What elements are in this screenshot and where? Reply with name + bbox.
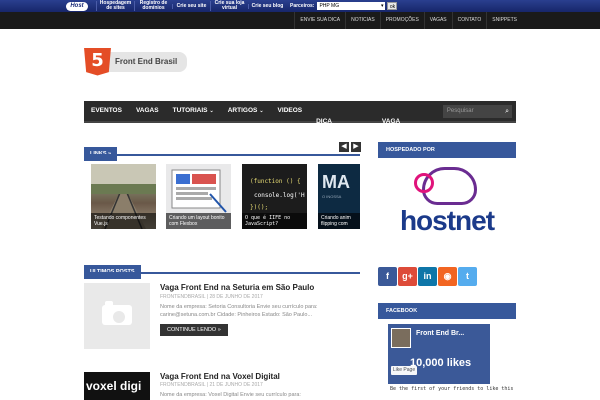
fb-page-name[interactable]: Front End Br... [416,330,464,337]
site-name: Front End Brasil [109,51,188,72]
partners-select[interactable]: PHP MG [317,2,386,10]
link-card-caption: Criando um layout bonito com Flexbox [166,213,231,229]
facebook-icon[interactable]: f [378,267,397,286]
facebook-widget: FACEBOOK [378,303,516,319]
subnav-noticias[interactable]: NOTICIAS [345,12,380,29]
partners-ok-button[interactable]: ok [387,2,398,10]
topbar-link-registro[interactable]: Registro de domínios [134,1,172,11]
linkedin-icon[interactable]: in [418,267,437,286]
subnav-snippets[interactable]: SNIPPETS [486,12,522,29]
main-nav: EVENTOS VAGAS TUTORIAIS ⌄ ARTIGOS ⌄ VIDEOS… [84,96,516,125]
carousel-next-button[interactable]: ▶ [351,142,361,152]
fb-friends-text: Be the first of your friends to like thi… [390,386,514,392]
twitter-icon[interactable]: t [458,267,477,286]
rss-icon[interactable]: ◉ [438,267,457,286]
code-line: console.log('H [254,192,305,199]
post-thumbnail[interactable]: voxel digi [84,372,150,400]
nav-vagas[interactable]: VAGAS [129,100,166,122]
post-excerpt: Nome da empresa: Voxel Digital Envie seu… [160,392,301,398]
post-thumbnail[interactable] [84,283,150,349]
nav-eventos[interactable]: EVENTOS [84,100,129,122]
hosted-by-header: HOSPEDADO POR [378,142,516,158]
chevron-down-icon: ⌄ [209,108,214,114]
social-icons: f g+ in ◉ t [378,267,477,286]
nav-artigos[interactable]: ARTIGOS ⌄ [221,100,271,122]
link-card-caption: Criando anim flipping com [318,213,360,229]
site-top-bar: ENVIE SUA DICA NOTICIAS PROMOÇÕES VAGAS … [0,12,600,29]
card-sub-text: O INOSSA [322,194,342,199]
nav-videos[interactable]: VIDEOS [271,100,310,122]
post-title[interactable]: Vaga Front End na Voxel Digital [160,372,280,381]
fb-like-count: 10,000 likes [410,357,472,369]
topbar-link-site[interactable]: Crie seu site [172,3,210,9]
continue-reading-button[interactable]: CONTINUE LENDO » [160,324,228,336]
topbar-link-hospedagem[interactable]: Hospedagem de sites [96,1,134,11]
nav-tutoriais[interactable]: TUTORIAIS ⌄ [166,100,221,122]
facebook-page-plugin[interactable]: Front End Br... Like Page 10,000 likes [388,324,490,384]
nav-anunciar-vaga[interactable]: ANUNCIAR VAGA [375,89,443,133]
subnav-promocoes[interactable]: PROMOÇÕES [379,12,424,29]
search-input[interactable]: Pesquisar ⌕ [442,104,513,118]
subnav-envie-dica[interactable]: ENVIE SUA DICA [294,12,345,29]
link-card[interactable]: Criando um layout bonito com Flexbox [166,164,231,229]
page-avatar [391,328,411,348]
hostnet-banner[interactable]: hostnet [386,165,508,245]
camera-placeholder-icon [102,301,132,325]
card-badge-text: MA [322,172,350,192]
google-plus-icon[interactable]: g+ [398,267,417,286]
topbar-link-blog[interactable]: Crie seu blog [248,3,286,9]
search-icon[interactable]: ⌕ [505,105,509,118]
facebook-header: FACEBOOK [378,303,516,319]
topbar-link-loja[interactable]: Crie sua loja virtual [210,1,248,11]
top-secondary-nav: ENVIE SUA DICA NOTICIAS PROMOÇÕES VAGAS … [294,12,522,29]
partners-label: Parceiros: [290,3,315,9]
links-section-header: LINKS » [84,142,360,161]
html5-shield-icon: 5 [84,47,111,76]
nav-envie-dica[interactable]: ENVIE SUA DICA [309,89,375,133]
cloud-swirl-icon [414,173,434,193]
link-card[interactable]: Testando componentes Vue.js [91,164,156,229]
carousel-prev-button[interactable]: ◀ [339,142,349,152]
code-line: (function () { [250,178,301,185]
hosted-by-widget: HOSPEDADO POR [378,142,516,158]
post-title[interactable]: Vaga Front End na Seturia em São Paulo [160,283,314,292]
site-logo[interactable]: 5 Front End Brasil [84,47,188,76]
link-card-caption: Testando componentes Vue.js [91,213,156,229]
subnav-vagas[interactable]: VAGAS [423,12,452,29]
post-excerpt: Nome da empresa: Setoria Consultoria Env… [160,304,318,318]
post-meta: FRONTENDBRASIL | 28 DE JUNHO DE 2017 [160,294,263,300]
posts-section-header: ULTIMOS POSTS [84,260,360,279]
hostnet-wordmark: hostnet [399,205,495,236]
subnav-contato[interactable]: CONTATO [451,12,487,29]
post-meta: FRONTENDBRASIL | 21 DE JUNHO DE 2017 [160,382,263,388]
hostnet-top-bar: Host Hospedagem de sites Registro de dom… [0,0,600,12]
link-card-caption: O que é IIFE no JavaScript? [242,213,307,229]
link-card[interactable]: (function () { console.log('H })(); O qu… [242,164,307,229]
code-line: })(); [250,204,269,211]
hostnet-logo[interactable]: Host [66,1,88,11]
chevron-down-icon: ⌄ [259,108,264,114]
link-card[interactable]: MA O INOSSA Criando anim flipping com [318,164,360,229]
